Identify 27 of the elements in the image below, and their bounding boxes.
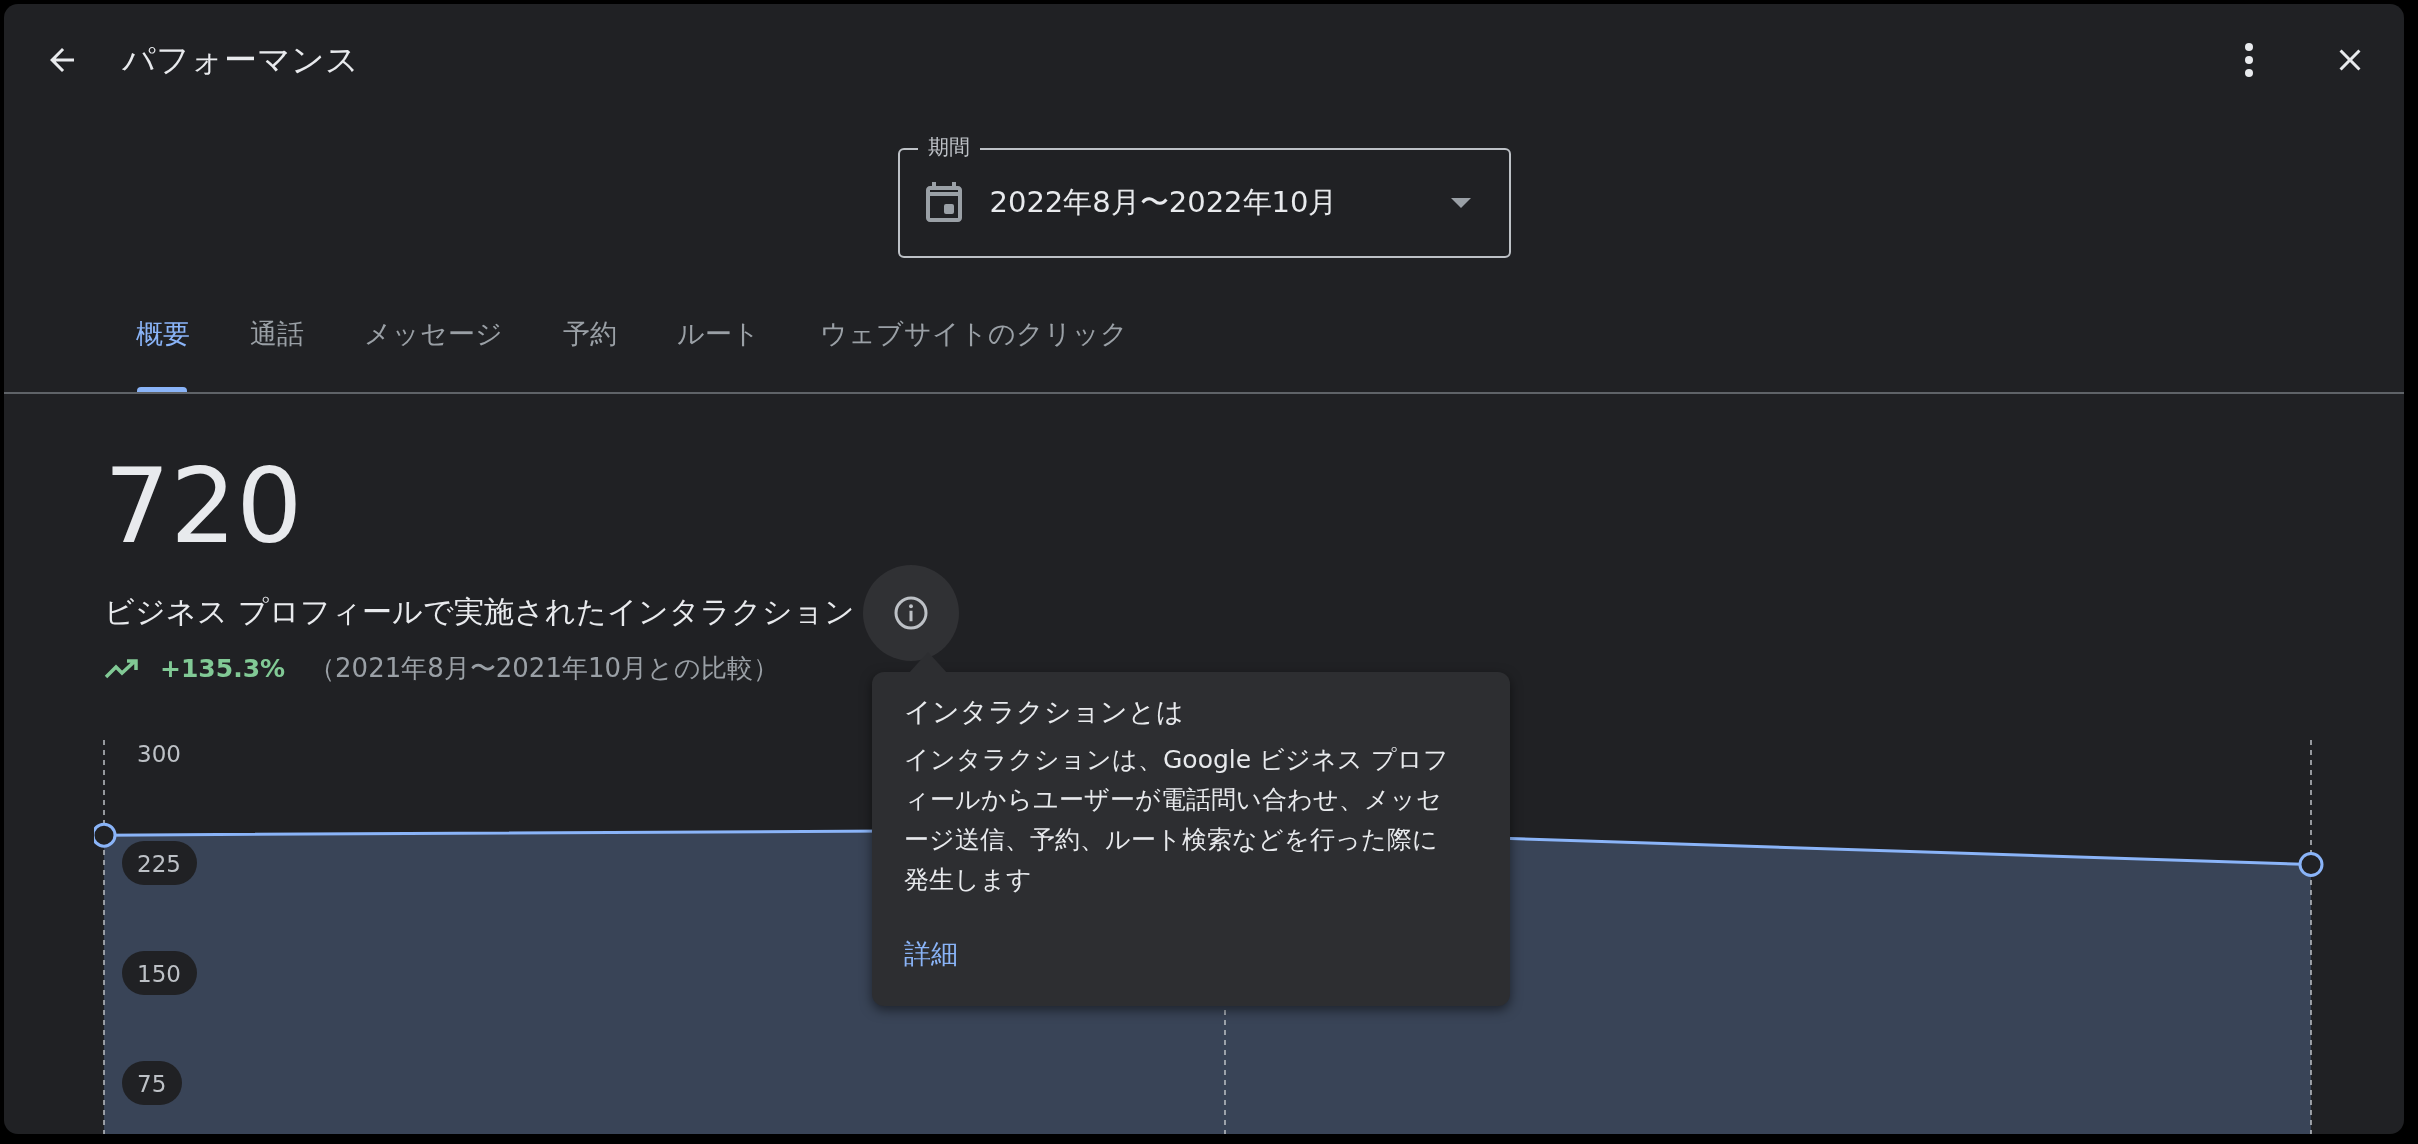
y-axis-label: 300 xyxy=(137,741,181,767)
tab[interactable]: ウェブサイトのクリック xyxy=(790,302,1158,392)
data-point[interactable] xyxy=(94,822,117,848)
period-select[interactable]: 期間 2022年8月〜2022年10月 xyxy=(897,132,1511,258)
total-count: 720 xyxy=(104,454,304,558)
calendar-icon xyxy=(923,182,964,224)
dropdown-caret-icon xyxy=(1450,198,1471,208)
period-value: 2022年8月〜2022年10月 xyxy=(989,184,1339,221)
tab[interactable]: ルート xyxy=(647,302,790,392)
info-icon xyxy=(892,594,929,631)
tooltip-title: インタラクションとは xyxy=(904,695,1185,729)
page-title: パフォーマンス xyxy=(122,38,360,81)
tab[interactable]: 通話 xyxy=(220,302,334,392)
y-tick-label: 225 xyxy=(137,851,181,877)
tooltip-text: インタラクションは、Google ビジネス プロフィールからユーザーが電話問い合わせ、メッセージ送信、予約、ルート検索などを行った際に発生します xyxy=(904,744,1451,896)
y-tick-label: 75 xyxy=(137,1071,167,1097)
details-link[interactable]: 詳細 xyxy=(904,936,958,972)
change-percent: +135.3% xyxy=(160,654,286,683)
y-tick-label: 150 xyxy=(137,961,181,987)
comparison-text: （2021年8月〜2021年10月との比較） xyxy=(309,652,780,685)
more-options-icon xyxy=(2244,43,2254,77)
tab[interactable]: 予約 xyxy=(533,302,647,392)
tab[interactable]: メッセージ xyxy=(334,302,533,392)
tab[interactable]: 概要 xyxy=(104,302,220,392)
metric-caption: ビジネス プロフィールで実施されたインタラクション xyxy=(104,593,855,631)
trending-up-icon xyxy=(104,657,140,680)
data-point[interactable] xyxy=(2298,851,2324,877)
